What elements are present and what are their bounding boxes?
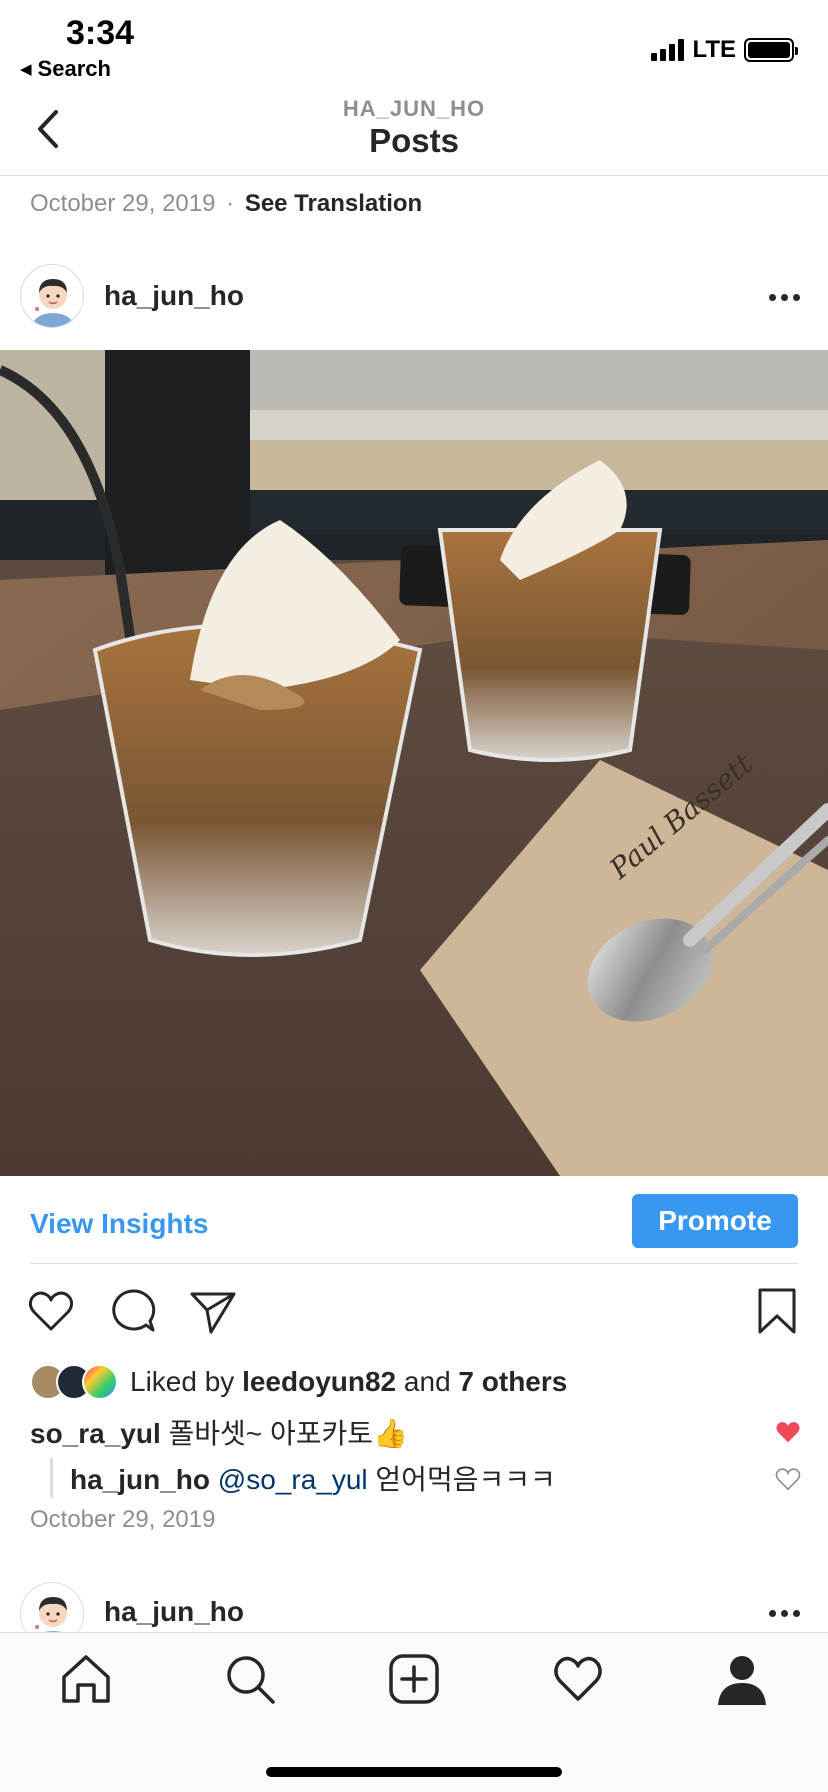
- heart-outline-icon[interactable]: [774, 1465, 802, 1491]
- promote-button[interactable]: Promote: [632, 1194, 798, 1248]
- view-insights-link[interactable]: View Insights: [30, 1208, 208, 1240]
- post-actions: [0, 1286, 828, 1342]
- activity-heart-icon[interactable]: [550, 1651, 606, 1707]
- status-indicators: LTE: [651, 36, 798, 64]
- page-title: Posts: [369, 122, 459, 159]
- liker-avatars: [30, 1364, 122, 1400]
- comment-text: 얻어먹음ㅋㅋㅋ: [375, 1464, 556, 1495]
- comment-username[interactable]: so_ra_yul: [30, 1418, 161, 1449]
- likes-summary[interactable]: Liked by leedoyun82 and 7 others: [30, 1362, 567, 1402]
- comment-icon[interactable]: [108, 1286, 158, 1336]
- tab-bar: [0, 1632, 828, 1792]
- avatar[interactable]: [20, 264, 84, 328]
- share-icon[interactable]: [188, 1286, 238, 1336]
- more-options-icon[interactable]: [769, 294, 800, 301]
- comment-text: 폴바셋~ 아포카토👍: [168, 1418, 408, 1449]
- nav-subtitle: HA_JUN_HO: [342, 96, 486, 121]
- avatar: [82, 1364, 118, 1400]
- comment: so_ra_yul 폴바셋~ 아포카토👍: [30, 1412, 408, 1452]
- nav-header: HA_JUN_HO Posts: [0, 86, 828, 176]
- back-to-search-link[interactable]: ◀ Search: [20, 56, 111, 82]
- reply-comment: ha_jun_ho @so_ra_yul 얻어먹음ㅋㅋㅋ: [70, 1458, 556, 1498]
- reply-indent-bar: [50, 1458, 53, 1498]
- liker-username[interactable]: leedoyun82: [242, 1366, 396, 1397]
- previous-post-date: October 29, 2019: [30, 190, 216, 217]
- signal-icon: [651, 39, 685, 61]
- back-triangle-icon: ◀: [20, 61, 32, 78]
- others-link[interactable]: 7 others: [458, 1366, 567, 1397]
- home-indicator: [266, 1767, 562, 1777]
- post-photo[interactable]: Paul Bassett: [0, 350, 828, 1176]
- post-username[interactable]: ha_jun_ho: [104, 280, 244, 312]
- network-type: LTE: [692, 36, 736, 63]
- next-post-header: ha_jun_ho: [0, 1580, 828, 1646]
- search-icon[interactable]: [222, 1651, 278, 1707]
- more-options-icon[interactable]: [769, 1610, 800, 1617]
- see-translation-link[interactable]: See Translation: [245, 190, 422, 217]
- status-bar: 3:34 ◀ Search LTE: [0, 0, 828, 86]
- add-post-icon[interactable]: [386, 1651, 442, 1707]
- post-date: October 29, 2019: [30, 1506, 216, 1533]
- mention-link[interactable]: @so_ra_yul: [218, 1464, 368, 1495]
- post-header: ha_jun_ho: [0, 258, 828, 344]
- likes-text: Liked by leedoyun82 and 7 others: [130, 1366, 568, 1397]
- bookmark-icon[interactable]: [752, 1286, 802, 1336]
- previous-post-date-line: October 29, 2019 · See Translation: [30, 190, 422, 218]
- back-app-label: Search: [37, 56, 111, 81]
- heart-icon[interactable]: [26, 1286, 76, 1336]
- post-username[interactable]: ha_jun_ho: [104, 1596, 244, 1628]
- insights-row: View Insights Promote: [30, 1194, 798, 1264]
- comment-username[interactable]: ha_jun_ho: [70, 1464, 210, 1495]
- liked-heart-icon[interactable]: [774, 1418, 802, 1444]
- profile-icon[interactable]: [714, 1651, 770, 1707]
- battery-icon: [744, 38, 798, 62]
- separator: ·: [226, 190, 235, 217]
- status-time: 3:34: [66, 14, 135, 52]
- home-icon[interactable]: [58, 1651, 114, 1707]
